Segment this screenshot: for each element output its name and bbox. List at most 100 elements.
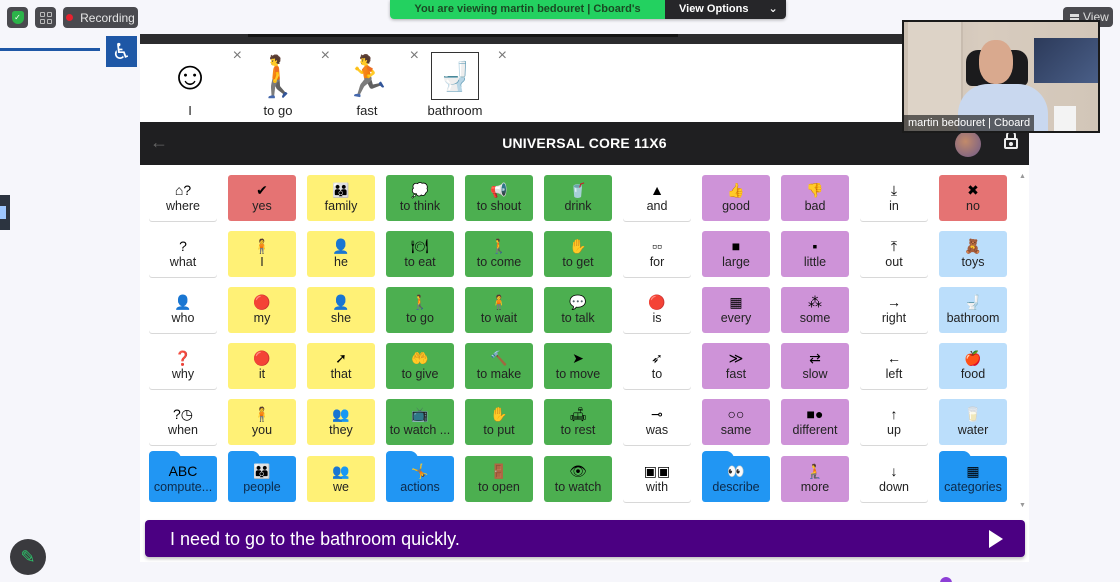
phrase-text: I need to go to the bathroom quickly. (170, 529, 460, 549)
symbol-tile-in[interactable]: ⤓ in (860, 175, 928, 221)
symbol-tile-large[interactable]: ■ large (702, 231, 770, 277)
symbol-tile-with[interactable]: ▣▣ with (623, 456, 691, 502)
symbol-tile-was[interactable]: ⊸ was (623, 399, 691, 445)
symbol-tile-to-make[interactable]: 🔨 to make (465, 343, 533, 389)
symbol-tile-to-talk[interactable]: 💬 to talk (544, 287, 612, 333)
symbol-tile-for[interactable]: ▫▫ for (623, 231, 691, 277)
symbol-tile-little[interactable]: ▪ little (781, 231, 849, 277)
symbol-tile-she[interactable]: 👤 she (307, 287, 375, 333)
symbol-tile-bad[interactable]: 👎 bad (781, 175, 849, 221)
symbol-tile-out[interactable]: ⤒ out (860, 231, 928, 277)
play-icon[interactable] (989, 530, 1003, 548)
symbol-tile-every[interactable]: ▦ every (702, 287, 770, 333)
symbol-tile-to-eat[interactable]: 🍽 to eat (386, 231, 454, 277)
symbol-icon: 👥 (332, 463, 350, 479)
symbol-tile-they[interactable]: 👥 they (307, 399, 375, 445)
symbol-icon: ❓ (174, 350, 192, 366)
wheelchair-icon[interactable]: ♿ (106, 36, 137, 67)
symbol-tile-left[interactable]: ← left (860, 343, 928, 389)
symbol-tile-compute[interactable]: ABC compute... (149, 451, 217, 502)
symbol-icon: ✔ (256, 182, 268, 198)
security-shield-button[interactable]: ✓ (7, 7, 28, 28)
symbol-label: when (168, 423, 198, 437)
symbol-tile-i[interactable]: 🧍 I (228, 231, 296, 277)
annotate-pencil-button[interactable]: ✎ (10, 539, 46, 575)
symbol-tile-same[interactable]: ○○ same (702, 399, 770, 445)
symbol-tile-to-go[interactable]: 🚶 to go (386, 287, 454, 333)
symbol-tile-actions[interactable]: 🤸 actions (386, 451, 454, 502)
symbol-tile-to-come[interactable]: 🚶 to come (465, 231, 533, 277)
symbol-tile-family[interactable]: 👪 family (307, 175, 375, 221)
output-symbol[interactable]: 🚶 to go × (234, 47, 330, 118)
symbol-tile-water[interactable]: 🥛 water (939, 399, 1007, 445)
remove-symbol-icon[interactable]: × (498, 47, 507, 65)
symbol-tile-no[interactable]: ✖ no (939, 175, 1007, 221)
symbol-tile-describe[interactable]: 👀 describe (702, 451, 770, 502)
symbol-tile-right[interactable]: → right (860, 287, 928, 333)
symbol-tile-to-open[interactable]: 🚪 to open (465, 456, 533, 502)
symbol-tile-to-move[interactable]: ➤ to move (544, 343, 612, 389)
output-symbol[interactable]: 🚽 bathroom × (411, 47, 507, 118)
symbol-tile-where[interactable]: ⌂? where (149, 175, 217, 221)
symbol-tile-to-watch[interactable]: 📺 to watch ... (386, 399, 454, 445)
output-symbol[interactable]: 🏃 fast × (323, 47, 419, 118)
symbol-tile-that[interactable]: ➚ that (307, 343, 375, 389)
symbol-tile-to-shout[interactable]: 📢 to shout (465, 175, 533, 221)
symbol-icon: 🧍 (490, 294, 508, 310)
symbol-tile-bathroom[interactable]: 🚽 bathroom (939, 287, 1007, 333)
symbol-icon: ▲ (650, 182, 664, 198)
symbol-tile-when[interactable]: ?◷ when (149, 399, 217, 445)
symbol-label: water (957, 423, 989, 437)
symbol-tile-you[interactable]: 🧍 you (228, 399, 296, 445)
symbol-tile-yes[interactable]: ✔ yes (228, 175, 296, 221)
side-panel-tab[interactable] (0, 195, 10, 230)
symbol-tile-to-get[interactable]: ✋ to get (544, 231, 612, 277)
symbol-tile-down[interactable]: ↓ down (860, 456, 928, 502)
symbol-tile-good[interactable]: 👍 good (702, 175, 770, 221)
symbol-tile-drink[interactable]: 🥤 drink (544, 175, 612, 221)
view-options-button[interactable]: View Options ⌄ (665, 0, 786, 19)
symbol-tile-my[interactable]: 🔴 my (228, 287, 296, 333)
symbol-output-bar[interactable]: ☺ I × 🚶 to go × 🏃 fast × 🚽 bathroom × (140, 44, 1029, 122)
symbol-tile-food[interactable]: 🍎 food (939, 343, 1007, 389)
symbol-tile-it[interactable]: 🔴 it (228, 343, 296, 389)
symbol-tile-to-wait[interactable]: 🧍 to wait (465, 287, 533, 333)
symbol-tile-different[interactable]: ■● different (781, 399, 849, 445)
symbol-tile-some[interactable]: ⁂ some (781, 287, 849, 333)
symbol-tile-to-put[interactable]: ✋ to put (465, 399, 533, 445)
participant-video[interactable]: martin bedouret | Cboard (902, 20, 1100, 133)
symbol-tile-more[interactable]: 🧎 more (781, 456, 849, 502)
scroll-down-icon[interactable]: ▼ (1019, 502, 1026, 509)
symbol-tile-why[interactable]: ❓ why (149, 343, 217, 389)
person-walking-icon: 🚶 (253, 54, 303, 99)
gallery-layout-button[interactable] (35, 7, 56, 28)
symbol-tile-is[interactable]: 🔴 is (623, 287, 691, 333)
symbol-tile-up[interactable]: ↑ up (860, 399, 928, 445)
symbol-icon: ABC (168, 463, 198, 479)
output-symbol[interactable]: ☺ I × (146, 47, 242, 118)
symbol-tile-to[interactable]: ➶ to (623, 343, 691, 389)
symbol-tile-slow[interactable]: ⇄ slow (781, 343, 849, 389)
symbol-tile-fast[interactable]: ≫ fast (702, 343, 770, 389)
symbol-tile-to-give[interactable]: 🤲 to give (386, 343, 454, 389)
symbol-label: to go (406, 311, 434, 325)
symbol-tile-people[interactable]: 👪 people (228, 451, 296, 502)
symbol-tile-who[interactable]: 👤 who (149, 287, 217, 333)
symbol-icon: 🚽 (964, 294, 982, 310)
symbol-tile-he[interactable]: 👤 he (307, 231, 375, 277)
grid-scrollbar[interactable]: ▲ ▼ (1017, 173, 1029, 509)
symbol-tile-categories[interactable]: ▦ categories (939, 451, 1007, 502)
lock-icon[interactable] (1003, 130, 1019, 150)
recording-indicator[interactable]: Recording (63, 7, 138, 28)
phrase-bar[interactable]: I need to go to the bathroom quickly. (145, 520, 1025, 557)
scroll-up-icon[interactable]: ▲ (1019, 173, 1026, 180)
symbol-tile-we[interactable]: 👥 we (307, 456, 375, 502)
symbol-tile-what[interactable]: ? what (149, 231, 217, 277)
symbol-tile-and[interactable]: ▲ and (623, 175, 691, 221)
symbol-tile-to-think[interactable]: 💭 to think (386, 175, 454, 221)
symbol-tile-to-rest[interactable]: 🛋 to rest (544, 399, 612, 445)
symbol-tile-to-watch[interactable]: 👁 to watch (544, 456, 612, 502)
symbol-icon: 👤 (332, 238, 350, 254)
user-avatar[interactable] (955, 131, 981, 157)
symbol-tile-toys[interactable]: 🧸 toys (939, 231, 1007, 277)
